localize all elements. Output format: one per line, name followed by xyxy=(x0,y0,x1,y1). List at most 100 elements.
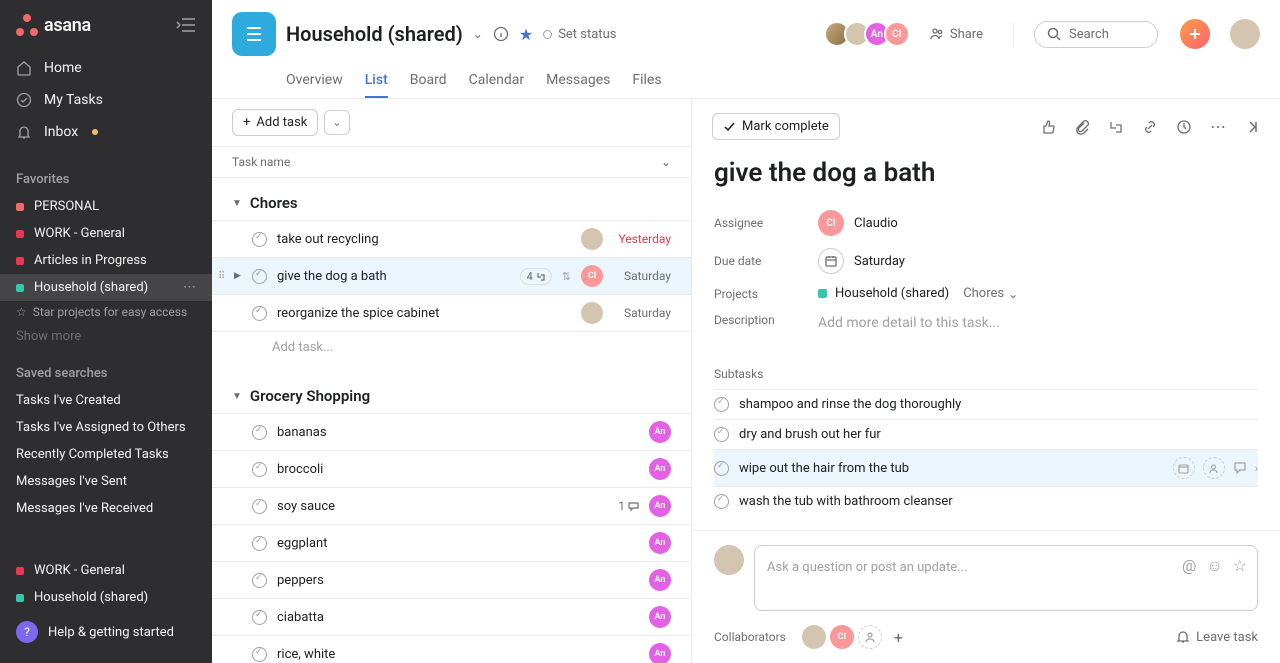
saved-search-item[interactable]: Tasks I've Created xyxy=(0,387,212,414)
profile-avatar[interactable] xyxy=(1230,19,1260,49)
nav-mytasks[interactable]: My Tasks xyxy=(0,84,212,116)
logo[interactable]: asana xyxy=(16,14,91,36)
help-button[interactable]: ? Help & getting started xyxy=(0,611,212,653)
move-icon[interactable]: ⇅ xyxy=(562,270,571,283)
project-icon[interactable] xyxy=(232,12,276,56)
collab-avatar[interactable]: CI xyxy=(830,625,854,649)
assignee-chip[interactable]: CI Claudio xyxy=(818,210,898,236)
tab-overview[interactable]: Overview xyxy=(286,64,343,98)
comment-input[interactable]: Ask a question or post an update... @ ☺ … xyxy=(754,545,1258,611)
collab-avatar[interactable] xyxy=(802,625,826,649)
sidebar-project-item[interactable]: WORK - General xyxy=(0,557,212,584)
add-task-dropdown[interactable]: ⌄ xyxy=(324,110,349,135)
subtask-row[interactable]: dry and brush out her fur xyxy=(714,419,1258,449)
complete-checkbox[interactable] xyxy=(252,573,267,588)
add-collaborator-button[interactable]: + xyxy=(894,628,903,647)
add-task-row[interactable]: Add task... xyxy=(212,331,691,363)
mention-icon[interactable]: @ xyxy=(1182,556,1196,576)
task-row[interactable]: eggplantAn xyxy=(212,524,691,561)
complete-checkbox[interactable] xyxy=(714,397,729,412)
task-row[interactable]: rice, whiteAn xyxy=(212,635,691,663)
drag-handle-icon[interactable]: ⠿ xyxy=(218,271,225,282)
info-icon[interactable] xyxy=(493,26,509,42)
expand-caret-icon[interactable]: ▶ xyxy=(234,271,241,281)
task-title[interactable]: give the dog a bath xyxy=(714,154,1258,204)
saved-search-item[interactable]: Tasks I've Assigned to Others xyxy=(0,414,212,441)
leave-task-button[interactable]: Leave task xyxy=(1176,630,1258,645)
complete-checkbox[interactable] xyxy=(252,306,267,321)
assignee-avatar: An xyxy=(649,458,671,480)
tab-calendar[interactable]: Calendar xyxy=(469,64,525,98)
project-tag[interactable]: Household (shared) xyxy=(818,286,949,301)
nav-inbox[interactable]: Inbox xyxy=(0,116,212,148)
add-task-button[interactable]: + Add task xyxy=(232,109,318,136)
sidebar-favorite-item[interactable]: Household (shared)⋯ xyxy=(0,274,212,301)
set-status-button[interactable]: Set status xyxy=(543,27,616,42)
task-row[interactable]: soy sauce1 An xyxy=(212,487,691,524)
complete-checkbox[interactable] xyxy=(714,427,729,442)
link-icon[interactable] xyxy=(1142,119,1158,135)
more-icon[interactable]: ⋯ xyxy=(183,280,196,295)
mark-complete-button[interactable]: Mark complete xyxy=(712,113,840,140)
subtask-icon[interactable] xyxy=(1108,119,1124,135)
complete-checkbox[interactable] xyxy=(252,647,267,662)
star-reaction-icon[interactable]: ☆ xyxy=(1233,556,1247,576)
subtask-row[interactable]: wipe out the hair from the tub › xyxy=(714,449,1258,486)
saved-search-item[interactable]: Recently Completed Tasks xyxy=(0,441,212,468)
due-date-chip[interactable]: Saturday xyxy=(818,248,905,274)
fullscreen-icon[interactable] xyxy=(1176,119,1192,135)
complete-checkbox[interactable] xyxy=(252,499,267,514)
tab-list[interactable]: List xyxy=(365,64,388,98)
tab-messages[interactable]: Messages xyxy=(546,64,610,98)
sidebar-favorite-item[interactable]: Articles in Progress xyxy=(0,247,212,274)
subtask-row[interactable]: shampoo and rinse the dog thoroughly xyxy=(714,389,1258,419)
subtask-row[interactable]: wash the tub with bathroom cleanser xyxy=(714,486,1258,516)
sidebar-project-item[interactable]: Household (shared) xyxy=(0,584,212,611)
comment-icon[interactable] xyxy=(1233,461,1247,475)
emoji-icon[interactable]: ☺ xyxy=(1206,556,1222,576)
complete-checkbox[interactable] xyxy=(252,462,267,477)
project-menu-chevron-icon[interactable]: ⌄ xyxy=(473,27,483,41)
share-button[interactable]: Share xyxy=(920,22,993,47)
member-avatars[interactable]: An CI xyxy=(830,21,910,47)
task-row[interactable]: ciabattaAn xyxy=(212,598,691,635)
section-selector[interactable]: Chores ⌄ xyxy=(963,286,1018,301)
task-row[interactable]: ⠿▶give the dog a bath4 ⇅CISaturday xyxy=(212,257,691,294)
complete-checkbox[interactable] xyxy=(714,494,729,509)
tab-files[interactable]: Files xyxy=(632,64,661,98)
sidebar-favorite-item[interactable]: WORK - General xyxy=(0,220,212,247)
collapse-sidebar-icon[interactable] xyxy=(176,18,196,32)
section-header[interactable]: ▼Chores xyxy=(212,186,691,220)
search-input[interactable]: Search xyxy=(1034,21,1158,48)
global-create-button[interactable] xyxy=(1180,19,1210,49)
open-subtask-icon[interactable]: › xyxy=(1255,462,1258,475)
close-detail-icon[interactable] xyxy=(1244,119,1260,135)
complete-checkbox[interactable] xyxy=(252,610,267,625)
star-icon[interactable]: ★ xyxy=(519,25,533,44)
task-row[interactable]: take out recyclingYesterday xyxy=(212,220,691,257)
saved-search-item[interactable]: Messages I've Received xyxy=(0,495,212,522)
attachment-icon[interactable] xyxy=(1074,119,1090,135)
column-dropdown-icon[interactable]: ⌄ xyxy=(661,155,671,169)
add-collaborator-icon[interactable] xyxy=(858,625,882,649)
task-row[interactable]: bananasAn xyxy=(212,413,691,450)
complete-checkbox[interactable] xyxy=(252,536,267,551)
sidebar-favorite-item[interactable]: PERSONAL xyxy=(0,193,212,220)
task-row[interactable]: reorganize the spice cabinetSaturday xyxy=(212,294,691,331)
task-row[interactable]: peppersAn xyxy=(212,561,691,598)
complete-checkbox[interactable] xyxy=(252,269,267,284)
nav-home[interactable]: Home xyxy=(0,52,212,84)
assignee-placeholder-icon[interactable] xyxy=(1203,457,1225,479)
saved-search-item[interactable]: Messages I've Sent xyxy=(0,468,212,495)
complete-checkbox[interactable] xyxy=(252,232,267,247)
like-icon[interactable] xyxy=(1040,119,1056,135)
tab-board[interactable]: Board xyxy=(410,64,447,98)
more-actions-icon[interactable]: ⋯ xyxy=(1210,117,1226,136)
description-input[interactable]: Add more detail to this task... xyxy=(818,313,1000,333)
complete-checkbox[interactable] xyxy=(714,461,729,476)
due-date-placeholder-icon[interactable] xyxy=(1173,457,1195,479)
section-header[interactable]: ▼Grocery Shopping xyxy=(212,379,691,413)
show-more-button[interactable]: Show more xyxy=(0,323,212,350)
task-row[interactable]: broccoliAn xyxy=(212,450,691,487)
complete-checkbox[interactable] xyxy=(252,425,267,440)
